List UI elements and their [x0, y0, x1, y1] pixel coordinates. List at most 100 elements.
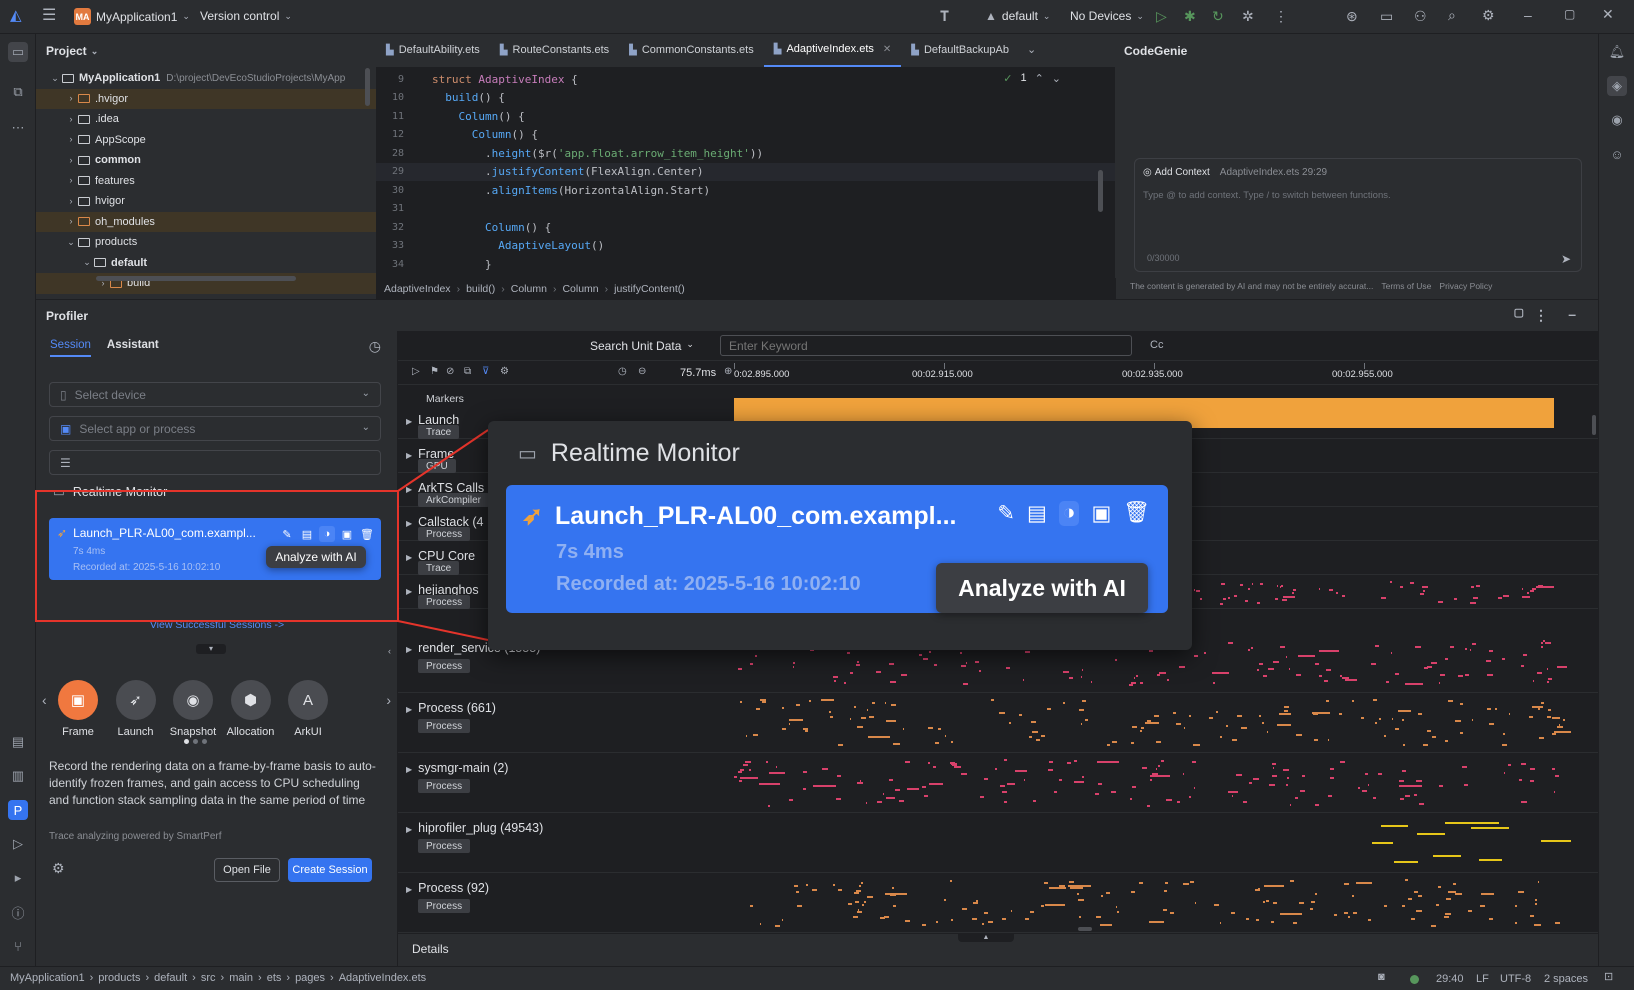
details-handle[interactable]: ▲ — [958, 934, 1014, 942]
expand-icon[interactable]: ▶ — [406, 553, 412, 562]
terminal-icon[interactable]: ▸ — [8, 868, 28, 888]
line-separator[interactable]: LF — [1476, 973, 1489, 985]
ai-analyze-icon[interactable]: ◑ — [1058, 501, 1080, 526]
tool-arkui[interactable]: A ArkUI — [282, 680, 334, 738]
layers-icon[interactable]: ▥ — [8, 766, 28, 786]
expand-icon[interactable]: ▶ — [406, 417, 412, 426]
restore-icon[interactable]: ▢ — [1514, 308, 1524, 319]
file-encoding[interactable]: UTF-8 — [1500, 973, 1531, 985]
create-session-button[interactable]: Create Session — [288, 858, 372, 882]
expand-icon[interactable]: ▶ — [406, 825, 412, 834]
reload-icon[interactable]: ↻ — [1212, 9, 1224, 23]
indent-setting[interactable]: 2 spaces — [1544, 973, 1588, 985]
terms-link[interactable]: Terms of Use — [1381, 281, 1431, 291]
debug-icon[interactable]: ✱ — [1184, 9, 1196, 23]
timeline-track[interactable]: ▶ Process (92) Process — [398, 873, 1598, 933]
open-file-button[interactable]: Open File — [214, 858, 280, 882]
edit-icon[interactable]: ✎ — [997, 501, 1015, 526]
tree-item[interactable]: › .hvigor — [36, 88, 376, 109]
breadcrumb-item[interactable]: justifyContent() — [614, 283, 685, 295]
filter-icon[interactable]: ⊽ — [482, 367, 489, 377]
problems-icon[interactable]: ⓘ — [8, 902, 28, 922]
tree-item[interactable]: › common — [36, 150, 376, 171]
gear-icon[interactable]: ⚙ — [500, 367, 509, 377]
inspection-widget[interactable]: ✓ 1 ⌃ ⌄ — [1003, 72, 1061, 85]
device-select[interactable]: No Devices ⌄ — [1070, 9, 1144, 23]
save-icon[interactable]: ▣ — [1091, 501, 1111, 526]
zoom-in-icon[interactable]: ⊕ — [724, 367, 732, 377]
chevron-down-icon[interactable]: ⌄ — [1052, 72, 1061, 85]
maximize-icon[interactable]: ▢ — [1564, 8, 1575, 20]
editor-tab[interactable]: ▙ RouteConstants.ets — [490, 33, 619, 67]
project-switcher[interactable]: MA MyApplication1 ⌄ — [74, 8, 190, 25]
details-icon[interactable]: ▤ — [1027, 501, 1047, 526]
breadcrumb-item[interactable]: AdaptiveIndex — [384, 283, 451, 295]
run-tool-icon[interactable]: ▷ — [8, 834, 28, 854]
preview-icon[interactable]: ◉ — [1607, 110, 1627, 130]
play-icon[interactable]: ▷ — [412, 367, 420, 377]
tab-assistant[interactable]: Assistant — [107, 339, 159, 357]
tree-item[interactable]: › AppScope — [36, 130, 376, 151]
expand-icon[interactable]: ▶ — [406, 705, 412, 714]
chevron-left-icon[interactable]: ‹ — [388, 647, 391, 656]
more-vertical-icon[interactable]: ⋮ — [1534, 308, 1548, 322]
timeline-horizontal-scrollbar[interactable] — [1078, 927, 1092, 931]
breadcrumb-item[interactable]: build() — [466, 283, 495, 295]
delete-icon[interactable]: 🗑︎ — [359, 526, 375, 542]
status-path-item[interactable]: products — [98, 972, 140, 984]
tree-root[interactable]: ⌄ MyApplication1 D:\project\DevEcoStudio… — [36, 68, 376, 89]
lock-icon[interactable]: ⊡ — [1604, 972, 1613, 983]
codegenie-input-box[interactable]: ◎ Add Context AdaptiveIndex.ets 29:29 Ty… — [1134, 158, 1582, 272]
hammer-icon[interactable]: 𝐓 — [940, 9, 949, 23]
structure-icon[interactable]: ⧉ — [8, 82, 28, 102]
tree-item[interactable]: ⌄ products — [36, 232, 376, 253]
expand-icon[interactable]: ▶ — [406, 519, 412, 528]
expand-icon[interactable]: ▶ — [406, 645, 412, 654]
expand-icon[interactable]: ▶ — [406, 587, 412, 596]
tool-frame[interactable]: ▣ Frame — [52, 680, 104, 738]
main-menu-icon[interactable]: ☰ — [42, 8, 56, 24]
status-path-item[interactable]: ets — [267, 972, 282, 984]
close-icon[interactable]: ✕ — [1602, 7, 1614, 21]
tool-launch[interactable]: ➶ Launch — [110, 680, 162, 738]
status-path-item[interactable]: src — [201, 972, 216, 984]
ai-status-icon[interactable]: ◙ — [1378, 972, 1385, 983]
status-path-item[interactable]: main — [229, 972, 253, 984]
editor-scrollbar[interactable] — [1098, 170, 1103, 212]
tab-session[interactable]: Session — [50, 339, 91, 357]
collapse-handle[interactable]: ▾ — [196, 644, 226, 654]
timeline-track[interactable]: ▶ sysmgr-main (2) Process — [398, 753, 1598, 813]
timeline-track[interactable]: ▶ Process (661) Process — [398, 693, 1598, 753]
history-icon[interactable]: ◷ — [369, 339, 381, 353]
chevron-up-icon[interactable]: ⌃ — [1035, 72, 1044, 85]
settings-icon[interactable]: ⚙ — [1482, 8, 1495, 22]
attach-debugger-icon[interactable]: ✲ — [1242, 9, 1254, 23]
tool-snapshot[interactable]: ◉ Snapshot — [167, 680, 219, 738]
tree-item[interactable]: › .idea — [36, 109, 376, 130]
minimize-panel-icon[interactable]: – — [1568, 307, 1576, 321]
tree-item[interactable]: ⌄ default — [36, 253, 376, 274]
chevron-right-icon[interactable]: › — [386, 693, 391, 707]
zoom-reset-icon[interactable]: ◷ — [618, 367, 627, 377]
editor-tab[interactable]: ▙ DefaultBackupAb — [901, 33, 1019, 67]
vertical-scrollbar[interactable] — [365, 68, 370, 106]
expand-icon[interactable]: ▶ — [406, 451, 412, 460]
settings-icon[interactable]: ⚙ — [52, 861, 65, 875]
expand-icon[interactable]: ▶ — [406, 485, 412, 494]
account-icon[interactable]: ⚇ — [1414, 9, 1427, 23]
folder-icon[interactable]: ▭ — [1380, 9, 1393, 23]
more-vertical-icon[interactable]: ⋮ — [1274, 9, 1288, 23]
details-icon[interactable]: ▤ — [299, 526, 315, 542]
code-lines[interactable]: 9 struct AdaptiveIndex {10 build() {11 Co… — [376, 68, 1115, 274]
case-toggle[interactable]: Cc — [1150, 339, 1163, 351]
run-config-select[interactable]: ▲ default ⌄ — [985, 9, 1050, 23]
more-tools-icon[interactable]: ⋯ — [8, 118, 28, 138]
editor-tab[interactable]: ▙ CommonConstants.ets — [619, 33, 764, 67]
editor-tab[interactable]: ▙ DefaultAbility.ets — [376, 33, 490, 67]
status-path-item[interactable]: MyApplication1 — [10, 972, 85, 984]
flag-icon[interactable]: ⚑ — [430, 367, 439, 377]
project-panel-header[interactable]: Project ⌄ — [36, 34, 376, 68]
notifications-icon[interactable]: 🔔︎ — [1607, 42, 1627, 62]
save-icon[interactable]: ▣ — [339, 526, 355, 542]
status-path-item[interactable]: default — [154, 972, 187, 984]
